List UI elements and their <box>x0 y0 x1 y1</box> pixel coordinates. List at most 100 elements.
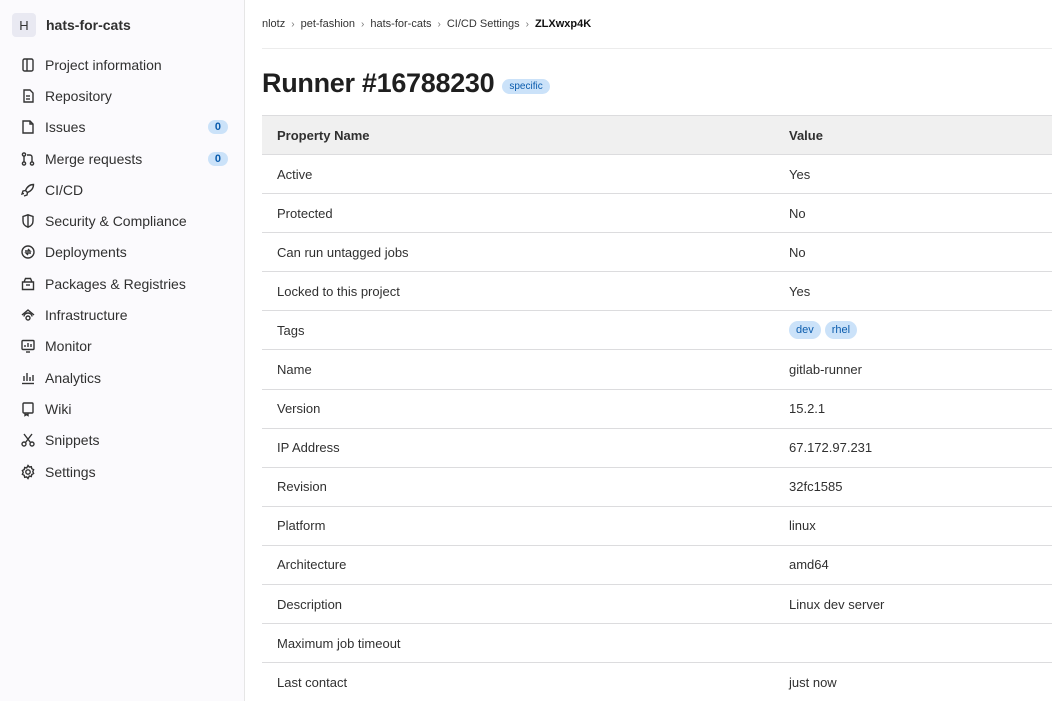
sidebar-item-snippets[interactable]: Snippets <box>0 425 244 456</box>
sidebar-item-label: Monitor <box>45 338 92 355</box>
property-name: Can run untagged jobs <box>262 232 774 273</box>
table-row: IP Address 67.172.97.231 <box>262 428 1052 468</box>
property-name: Protected <box>262 193 774 234</box>
scissors-icon <box>20 432 36 448</box>
sidebar-item-ci-cd[interactable]: CI/CD <box>0 174 244 205</box>
property-value: Yes <box>774 154 1052 195</box>
sidebar-item-label: Repository <box>45 87 112 104</box>
runner-type-badge: specific <box>502 78 550 94</box>
property-name: Version <box>262 389 774 429</box>
project-avatar: H <box>12 13 36 37</box>
property-name: Platform <box>262 506 774 546</box>
project-header[interactable]: H hats-for-cats <box>0 7 244 43</box>
package-icon <box>20 276 36 292</box>
project-name[interactable]: hats-for-cats <box>46 17 131 33</box>
sidebar-item-security-compliance[interactable]: Security & Compliance <box>0 205 244 236</box>
sidebar-item-label: Issues <box>45 119 86 136</box>
property-value: 15.2.1 <box>774 389 1052 429</box>
table-header-row: Property Name Value <box>262 115 1052 155</box>
property-name: Tags <box>262 310 774 351</box>
property-value: just now <box>774 662 1052 701</box>
property-value: Linux dev server <box>774 584 1052 625</box>
property-name: Maximum job timeout <box>262 623 774 664</box>
breadcrumb-item-group[interactable]: pet-fashion <box>301 18 355 30</box>
property-name: IP Address <box>262 428 774 468</box>
shield-icon <box>20 213 36 229</box>
breadcrumb: nlotz › pet-fashion › hats-for-cats › CI… <box>262 0 1052 49</box>
breadcrumb-item-project[interactable]: hats-for-cats <box>370 18 431 30</box>
breadcrumb-separator-icon: › <box>525 18 529 30</box>
property-value: gitlab-runner <box>774 349 1052 390</box>
table-row: Last contact just now <box>262 662 1052 701</box>
breadcrumb-item-ci-cd-settings[interactable]: CI/CD Settings <box>447 18 520 30</box>
property-value: 32fc1585 <box>774 467 1052 507</box>
page-title: Runner #16788230 <box>262 67 495 98</box>
sidebar-item-packages-registries[interactable]: Packages & Registries <box>0 268 244 299</box>
table-row: Platform linux <box>262 506 1052 546</box>
deployments-icon <box>20 244 36 260</box>
runner-properties-table: Property Name Value Active Yes Protected… <box>262 115 1052 701</box>
property-name: Name <box>262 349 774 390</box>
sidebar-item-repository[interactable]: Repository <box>0 80 244 111</box>
sidebar-item-label: Wiki <box>45 400 72 417</box>
issues-count-badge: 0 <box>207 120 228 135</box>
column-header-value: Value <box>774 115 1052 155</box>
gear-icon <box>20 463 36 480</box>
merge-requests-count-badge: 0 <box>207 151 228 166</box>
property-value: amd64 <box>774 545 1052 586</box>
sidebar-item-label: Infrastructure <box>45 307 128 324</box>
table-row: Description Linux dev server <box>262 584 1052 625</box>
sidebar-item-monitor[interactable]: Monitor <box>0 331 244 362</box>
monitor-icon <box>20 338 36 354</box>
sidebar-item-issues[interactable]: Issues 0 <box>0 112 244 143</box>
table-row: Tags dev rhel <box>262 310 1052 351</box>
property-value-tags: dev rhel <box>774 310 1052 351</box>
issues-icon <box>20 119 36 135</box>
chart-icon <box>20 370 36 386</box>
tag-badge: rhel <box>824 321 858 340</box>
sidebar-item-label: Snippets <box>45 432 100 449</box>
sidebar-item-label: CI/CD <box>45 181 84 198</box>
table-row: Version 15.2.1 <box>262 389 1052 429</box>
property-name: Active <box>262 154 774 195</box>
sidebar-nav: Project information Repository Issues 0 … <box>0 49 244 487</box>
property-name: Last contact <box>262 662 774 701</box>
property-name: Description <box>262 584 774 625</box>
table-row: Revision 32fc1585 <box>262 467 1052 507</box>
breadcrumb-separator-icon: › <box>361 18 365 30</box>
property-value: linux <box>774 506 1052 546</box>
property-name: Revision <box>262 467 774 507</box>
cloud-icon <box>20 307 36 323</box>
sidebar-item-analytics[interactable]: Analytics <box>0 362 244 393</box>
table-row: Can run untagged jobs No <box>262 232 1052 273</box>
project-info-icon <box>20 57 36 73</box>
property-value: No <box>774 193 1052 234</box>
sidebar-item-label: Security & Compliance <box>45 213 187 230</box>
sidebar-item-label: Deployments <box>45 244 127 261</box>
breadcrumb-item-user[interactable]: nlotz <box>262 18 285 30</box>
sidebar-item-deployments[interactable]: Deployments <box>0 237 244 268</box>
sidebar-item-label: Analytics <box>45 369 102 386</box>
sidebar-item-merge-requests[interactable]: Merge requests 0 <box>0 143 244 174</box>
book-icon <box>20 401 36 417</box>
sidebar-item-wiki[interactable]: Wiki <box>0 393 244 424</box>
table-row: Active Yes <box>262 154 1052 195</box>
table-row: Architecture amd64 <box>262 545 1052 586</box>
property-name: Architecture <box>262 545 774 586</box>
merge-request-icon <box>20 151 36 167</box>
main-content: nlotz › pet-fashion › hats-for-cats › CI… <box>262 0 1052 701</box>
sidebar-item-settings[interactable]: Settings <box>0 456 244 487</box>
table-row: Name gitlab-runner <box>262 349 1052 390</box>
sidebar-item-infrastructure[interactable]: Infrastructure <box>0 299 244 330</box>
sidebar-item-label: Project information <box>45 56 162 73</box>
table-row: Protected No <box>262 193 1052 234</box>
page-header: Runner #16788230 specific <box>262 49 1052 115</box>
property-value <box>774 623 1052 664</box>
sidebar-item-label: Settings <box>45 463 96 480</box>
breadcrumb-item-current[interactable]: ZLXwxp4K <box>535 18 591 30</box>
sidebar-item-project-information[interactable]: Project information <box>0 49 244 80</box>
sidebar-item-label: Packages & Registries <box>45 275 186 292</box>
property-value: No <box>774 232 1052 273</box>
column-header-property-name: Property Name <box>262 115 774 155</box>
table-row: Maximum job timeout <box>262 623 1052 664</box>
